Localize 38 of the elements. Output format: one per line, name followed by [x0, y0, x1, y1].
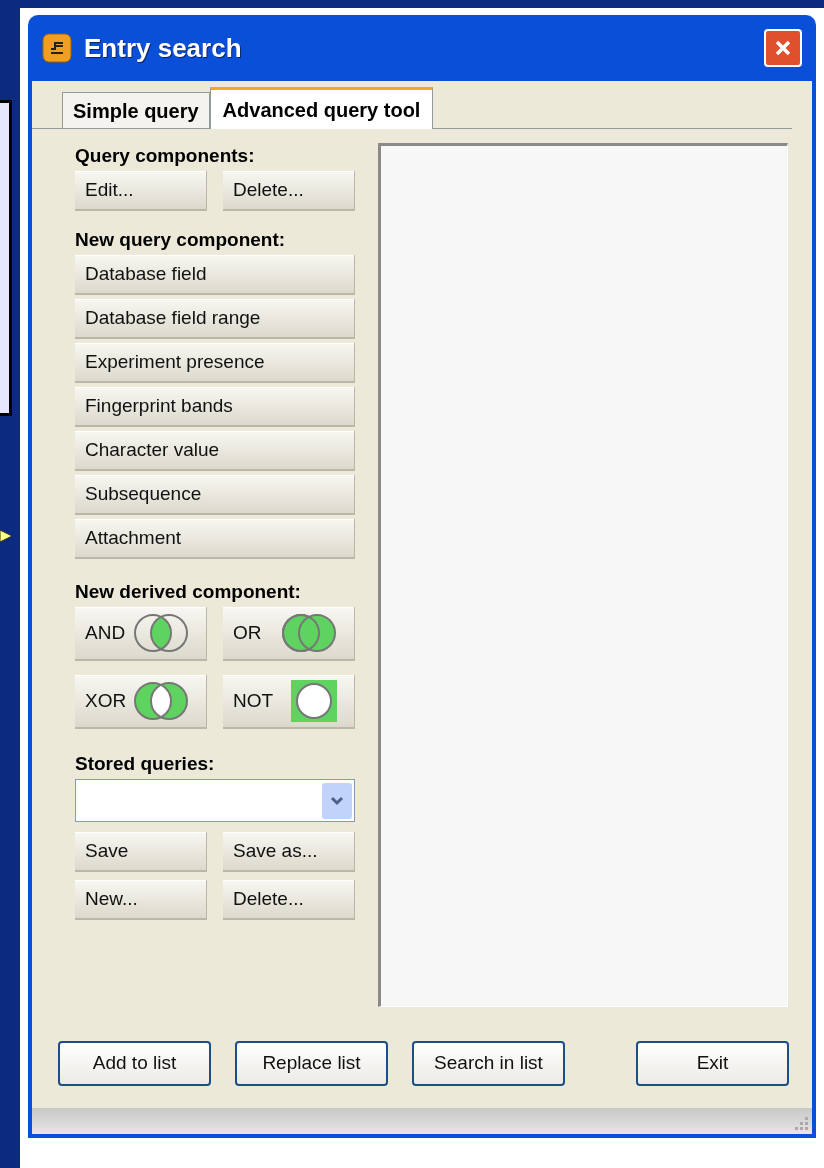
tab[interactable]: Advanced query tool: [209, 87, 434, 129]
push-button[interactable]: Experiment presence: [75, 343, 355, 383]
push-button[interactable]: Database field range: [75, 299, 355, 339]
section-label: New derived component:: [75, 581, 302, 603]
exclusive-or-icon: [132, 680, 190, 722]
stored-query-dropdown[interactable]: [75, 779, 355, 822]
operator-button[interactable]: XOR: [75, 675, 207, 729]
push-button[interactable]: Character value: [75, 431, 355, 471]
section-label: Query components:: [75, 145, 256, 167]
push-button[interactable]: Fingerprint bands: [75, 387, 355, 427]
push-button[interactable]: New...: [75, 880, 207, 920]
push-button[interactable]: Attachment: [75, 519, 355, 559]
push-button[interactable]: Add to list: [58, 1041, 211, 1086]
window-title: Entry search: [84, 31, 243, 65]
pointer-arrow-icon: [0, 528, 12, 544]
intersection-icon: [132, 612, 190, 654]
union-icon: [280, 612, 338, 654]
push-button[interactable]: Subsequence: [75, 475, 355, 515]
resize-grip-icon: [795, 1117, 809, 1131]
push-button[interactable]: Delete...: [223, 880, 355, 920]
close-icon: [773, 38, 793, 58]
section-label: New query component:: [75, 229, 287, 251]
complement-icon: [290, 680, 338, 722]
push-button[interactable]: Replace list: [235, 1041, 388, 1086]
push-button[interactable]: Edit...: [75, 171, 207, 211]
push-button[interactable]: Database field: [75, 255, 355, 295]
push-button[interactable]: Exit: [636, 1041, 789, 1086]
push-button[interactable]: Save as...: [223, 832, 355, 872]
operator-button[interactable]: AND: [75, 607, 207, 661]
section-label: Stored queries:: [75, 753, 216, 775]
operator-button[interactable]: OR: [223, 607, 355, 661]
app-icon: [42, 33, 72, 63]
close-button[interactable]: [764, 29, 802, 67]
push-button[interactable]: Search in list: [412, 1041, 565, 1086]
push-button[interactable]: Delete...: [223, 171, 355, 211]
tab[interactable]: Simple query: [62, 92, 210, 128]
push-button[interactable]: Save: [75, 832, 207, 872]
operator-button[interactable]: NOT: [223, 675, 355, 729]
